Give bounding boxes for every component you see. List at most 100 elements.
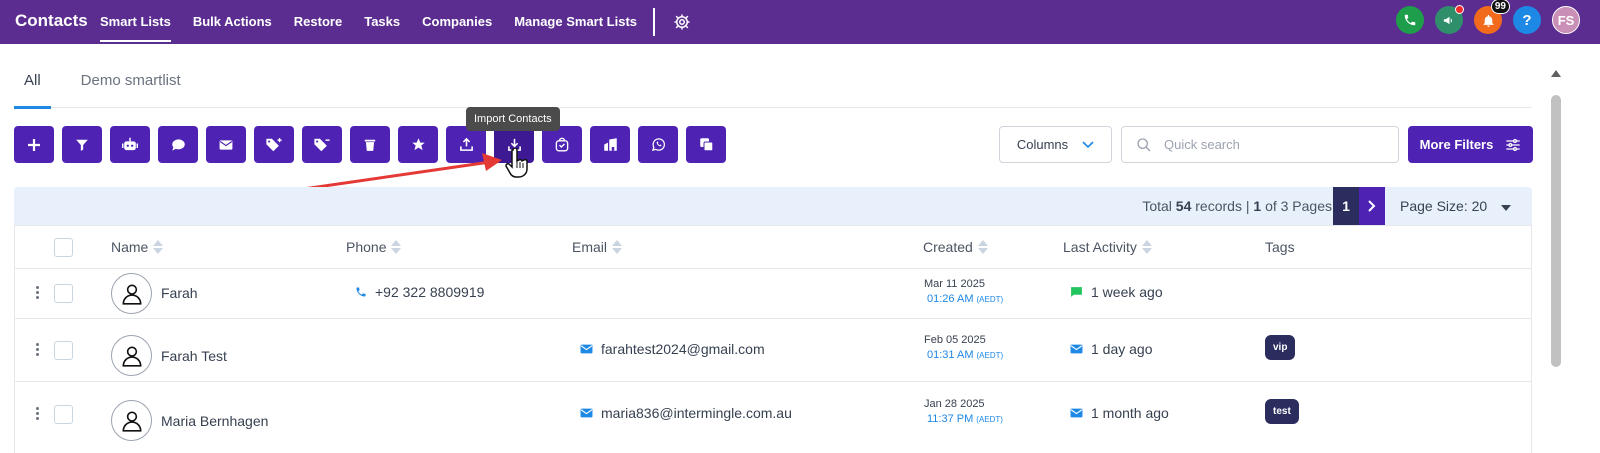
contact-name[interactable]: Maria Bernhagen — [161, 413, 268, 429]
import-contacts-tooltip: Import Contacts — [466, 107, 560, 131]
table-row[interactable]: Farah Test farahtest2024@gmail.com Feb 0… — [15, 319, 1531, 382]
avatar[interactable] — [111, 400, 152, 441]
notifications-button[interactable]: 99 — [1474, 0, 1510, 34]
drag-handle-icon[interactable] — [36, 407, 40, 422]
help-button[interactable]: ? — [1513, 6, 1541, 34]
column-created[interactable]: Created — [923, 239, 988, 255]
bell-icon — [1483, 14, 1493, 27]
add-contact-button[interactable] — [14, 126, 54, 163]
nav-bulk-actions[interactable]: Bulk Actions — [193, 0, 272, 44]
sort-icon — [612, 240, 623, 254]
envelope-icon — [580, 408, 593, 418]
gear-icon[interactable] — [671, 11, 693, 33]
tab-all[interactable]: All — [14, 62, 51, 109]
sort-icon — [977, 240, 988, 254]
phone-icon — [1404, 14, 1416, 26]
column-tags: Tags — [1265, 239, 1295, 255]
badge-star-icon — [555, 137, 569, 152]
filter-button[interactable] — [62, 126, 102, 163]
smartlist-tabs: All Demo smartlist — [14, 62, 1532, 109]
row-checkbox[interactable] — [54, 341, 73, 360]
contact-email[interactable]: farahtest2024@gmail.com — [580, 341, 765, 357]
header-actions: 99 ? FS — [1385, 0, 1580, 34]
unread-dot — [1455, 5, 1464, 14]
page-size-select[interactable]: Page Size: 20 — [1400, 198, 1512, 214]
columns-label: Columns — [1016, 137, 1069, 152]
last-activity: 1 week ago — [1070, 284, 1163, 300]
more-filters-label: More Filters — [1419, 137, 1494, 152]
robot-icon — [122, 137, 138, 150]
page-button-current[interactable]: 1 — [1333, 187, 1359, 225]
whatsapp-icon — [651, 138, 665, 152]
contact-name[interactable]: Farah Test — [161, 348, 227, 364]
contacts-table: Name Phone Email Created Last Activity T… — [14, 225, 1532, 453]
nav-restore[interactable]: Restore — [294, 0, 342, 44]
column-last-activity[interactable]: Last Activity — [1063, 239, 1152, 255]
user-avatar[interactable]: FS — [1552, 6, 1580, 34]
question-icon: ? — [1522, 11, 1532, 29]
building-icon — [603, 138, 617, 151]
plus-icon — [28, 138, 40, 151]
nav-tasks[interactable]: Tasks — [364, 0, 400, 44]
envelope-icon — [1070, 408, 1083, 418]
contact-email[interactable]: maria836@intermingle.com.au — [580, 405, 792, 421]
notification-count: 99 — [1490, 0, 1510, 14]
drag-handle-icon[interactable] — [36, 343, 40, 358]
more-filters-button[interactable]: More Filters — [1408, 126, 1533, 163]
nav-companies[interactable]: Companies — [422, 0, 492, 44]
tag-badge[interactable]: test — [1265, 399, 1299, 424]
nav-smart-lists[interactable]: Smart Lists — [100, 0, 171, 44]
column-email[interactable]: Email — [572, 239, 623, 255]
add-to-company-button[interactable] — [590, 126, 630, 163]
tag-badge[interactable]: vip — [1265, 335, 1296, 360]
search-input[interactable] — [1164, 137, 1384, 152]
sort-icon — [153, 240, 164, 254]
nav-manage-smart-lists[interactable]: Manage Smart Lists — [514, 0, 637, 44]
created-date: Feb 05 2025 01:31 AM (AEDT) — [924, 334, 1004, 361]
avatar[interactable] — [111, 273, 152, 314]
merge-duplicates-button[interactable] — [686, 126, 726, 163]
vertical-scrollbar[interactable] — [1548, 66, 1564, 453]
select-all-checkbox[interactable] — [54, 238, 73, 257]
phone-call-button[interactable] — [1396, 6, 1424, 34]
avatar[interactable] — [111, 335, 152, 376]
send-sms-button[interactable] — [158, 126, 198, 163]
table-row[interactable]: Farah +92 322 8809919 Mar 11 2025 01:26 … — [15, 269, 1531, 319]
copy-icon — [699, 138, 713, 152]
created-date: Jan 28 2025 11:37 PM (AEDT) — [924, 398, 1003, 425]
chat-bubble-icon — [171, 138, 185, 151]
table-header: Name Phone Email Created Last Activity T… — [15, 226, 1531, 269]
columns-dropdown[interactable]: Columns — [999, 126, 1112, 163]
sms-icon — [1070, 286, 1083, 298]
contact-name[interactable]: Farah — [161, 285, 198, 301]
nav-divider — [653, 8, 656, 36]
announcements-button[interactable] — [1435, 5, 1464, 34]
sort-icon — [391, 240, 402, 254]
sort-icon — [1141, 240, 1152, 254]
chevron-right-icon — [1368, 200, 1376, 212]
chevron-down-icon — [1082, 140, 1094, 148]
user-icon — [122, 346, 141, 367]
automation-button[interactable] — [110, 126, 150, 163]
whatsapp-button[interactable] — [638, 126, 678, 163]
table-row[interactable]: Maria Bernhagen maria836@intermingle.com… — [15, 382, 1531, 452]
envelope-icon — [1070, 344, 1083, 354]
column-phone[interactable]: Phone — [346, 239, 402, 255]
scroll-up-arrow-icon — [1551, 70, 1561, 77]
quick-search — [1121, 126, 1399, 163]
sliders-icon — [1506, 138, 1521, 151]
last-activity: 1 day ago — [1070, 341, 1153, 357]
column-name[interactable]: Name — [111, 239, 164, 255]
scrollbar-thumb[interactable] — [1551, 95, 1561, 367]
send-email-button[interactable] — [206, 126, 246, 163]
app-title: Contacts — [15, 11, 88, 30]
tab-demo-smartlist[interactable]: Demo smartlist — [71, 62, 191, 108]
hand-cursor-icon — [505, 147, 529, 185]
contact-phone[interactable]: +92 322 8809919 — [355, 284, 484, 300]
row-checkbox[interactable] — [54, 405, 73, 424]
records-summary: Total 54 records | 1 of 3 Pages — [1142, 198, 1332, 214]
row-checkbox[interactable] — [54, 284, 73, 303]
next-page-button[interactable] — [1359, 187, 1385, 225]
drag-handle-icon[interactable] — [36, 286, 40, 301]
top-navbar: Contacts Smart Lists Bulk Actions Restor… — [0, 0, 1600, 44]
